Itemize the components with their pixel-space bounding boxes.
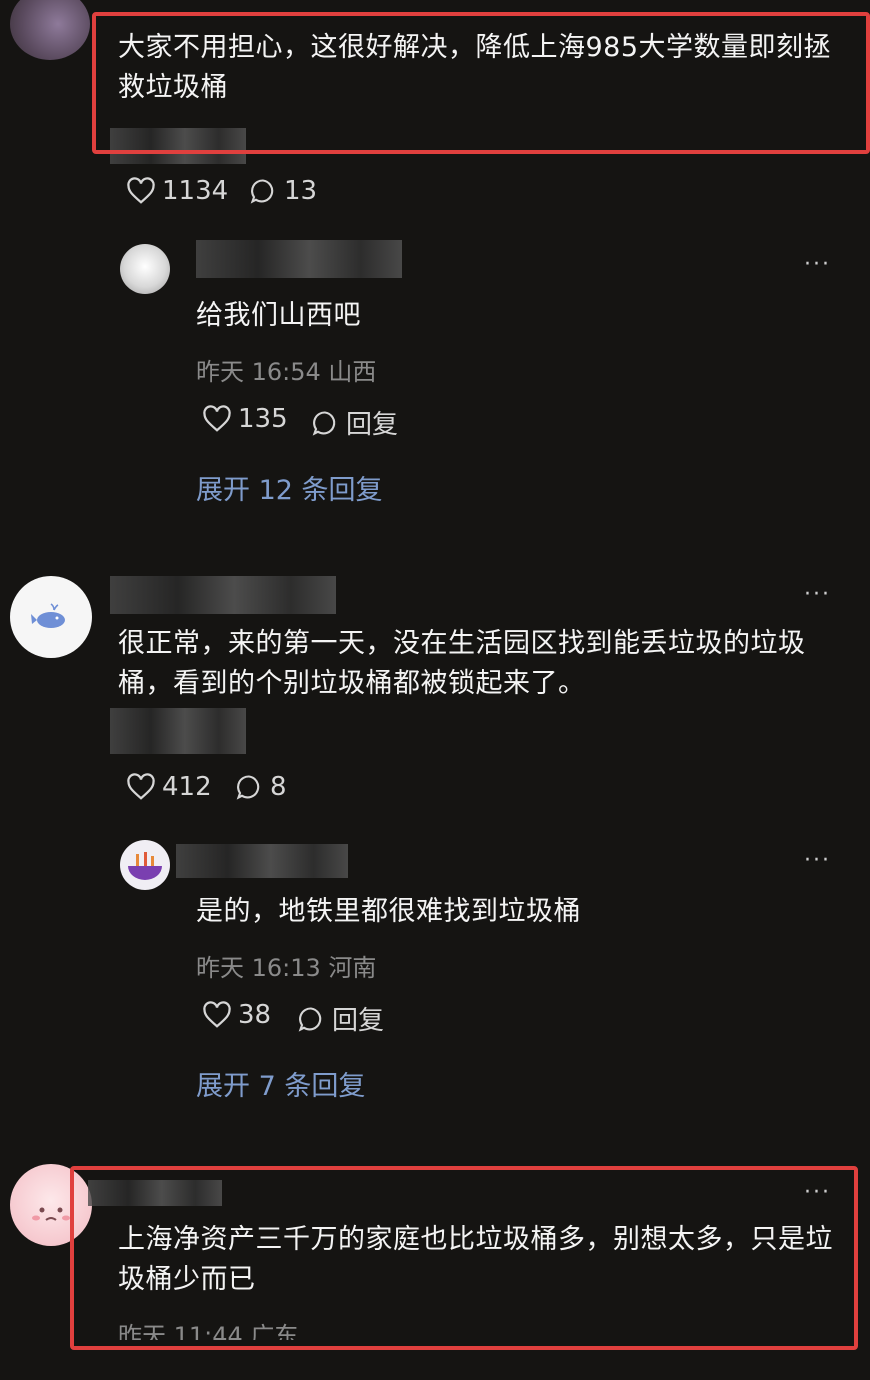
comment-bubble-icon [298,1006,322,1032]
reply-2-expand-link[interactable]: 展开 7 条回复 [196,1064,365,1103]
reply-1-reply-label: 回复 [346,410,399,440]
comment-bubble-icon [236,775,260,800]
reply-1-meta: 昨天 16:54 山西 [196,358,377,386]
comment-2-blurred-username [110,576,336,614]
reply-2-blurred-username [176,844,348,878]
reply-2-like-button[interactable]: 38 [202,1000,271,1030]
reply-1-reply-button[interactable]: 回复 [310,404,398,441]
reply-2-like-count: 38 [238,1000,272,1030]
reply-1-like-button[interactable]: 135 [202,404,288,434]
heart-icon [203,1001,231,1028]
whale-icon [31,603,65,628]
heart-icon [127,773,155,800]
heart-icon [127,177,155,204]
comment-1-highlight-box [92,12,870,154]
reply-2-more-button[interactable]: ··· [804,848,831,873]
comment-1-like-count: 1134 [162,176,229,206]
comment-1-like-button[interactable]: 1134 [126,176,228,206]
comment-3-highlight-box [70,1166,858,1350]
comment-bubble-icon [312,410,336,436]
reply-1-avatar[interactable] [120,244,170,294]
comment-2-like-count: 412 [162,772,212,802]
reply-1-text: 给我们山西吧 [196,300,361,331]
heart-icon [203,405,231,432]
reply-2-avatar[interactable] [120,840,170,890]
comment-2-text: 很正常，来的第一天，没在生活园区找到能丢垃圾的垃圾桶，看到的个别垃圾桶都被锁起来… [118,628,806,699]
comment-2-avatar[interactable] [10,576,92,658]
comment-1-avatar[interactable] [10,0,90,60]
reply-2-reply-button[interactable]: 回复 [296,1000,384,1037]
comment-bubble-icon [250,179,274,204]
comment-2-like-button[interactable]: 412 [126,772,212,802]
comment-1-reply-button[interactable]: 13 [248,176,317,206]
reply-1-expand-link[interactable]: 展开 12 条回复 [196,468,383,507]
reply-2-meta: 昨天 16:13 河南 [196,954,377,982]
comment-2-reply-count: 8 [270,772,287,802]
comment-2-blurred-meta [110,708,246,754]
comment-2-reply-button[interactable]: 8 [234,772,287,802]
bowl-icon [128,852,162,880]
comment-2-more-button[interactable]: ··· [804,582,831,607]
reply-1-blurred-username [196,240,402,278]
comment-1-reply-count: 13 [284,176,318,206]
reply-2-reply-label: 回复 [332,1006,385,1036]
reply-1-like-count: 135 [238,404,288,434]
reply-2-text: 是的，地铁里都很难找到垃圾桶 [196,896,581,927]
reply-1-more-button[interactable]: ··· [804,252,831,277]
